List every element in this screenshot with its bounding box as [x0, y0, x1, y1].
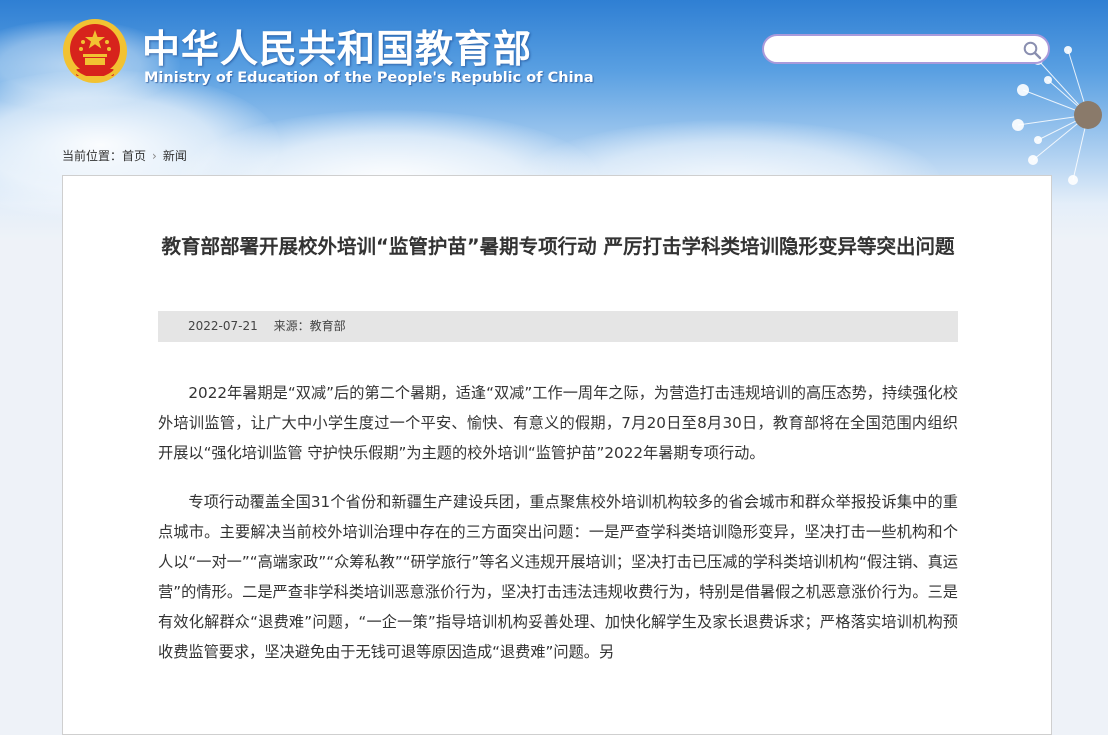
article-title: 教育部部署开展校外培训“监管护苗”暑期专项行动 严厉打击学科类培训隐形变异等突出… — [161, 235, 955, 258]
breadcrumb-news-link[interactable]: 新闻 — [163, 149, 187, 163]
site-subtitle: Ministry of Education of the People's Re… — [144, 70, 594, 86]
search-input[interactable] — [776, 40, 1020, 60]
article-panel: 教育部部署开展校外培训“监管护苗”暑期专项行动 严厉打击学科类培训隐形变异等突出… — [62, 175, 1052, 735]
breadcrumb-home-link[interactable]: 首页 — [122, 149, 146, 163]
breadcrumb-prefix: 当前位置： — [62, 149, 123, 163]
search-box — [762, 34, 1050, 64]
chevron-right-icon: › — [152, 149, 157, 163]
breadcrumb: 当前位置：首页 › 新闻 — [62, 147, 187, 164]
site-title[interactable]: 中华人民共和国教育部 — [142, 18, 532, 73]
article-body: 2022年暑期是“双减”后的第二个暑期，适逢“双减”工作一周年之际，为营造打击违… — [158, 378, 958, 686]
article-source: 来源：教育部 — [273, 319, 346, 333]
article-meta-bar: 2022-07-21 来源：教育部 — [158, 311, 958, 342]
article-paragraph: 2022年暑期是“双减”后的第二个暑期，适逢“双减”工作一周年之际，为营造打击违… — [158, 384, 958, 462]
article-paragraph: 专项行动覆盖全国31个省份和新疆生产建设兵团，重点聚焦校外培训机构较多的省会城市… — [158, 493, 958, 661]
search-icon[interactable] — [1022, 40, 1042, 60]
national-emblem-icon — [63, 19, 127, 83]
article-date: 2022-07-21 — [188, 319, 258, 333]
